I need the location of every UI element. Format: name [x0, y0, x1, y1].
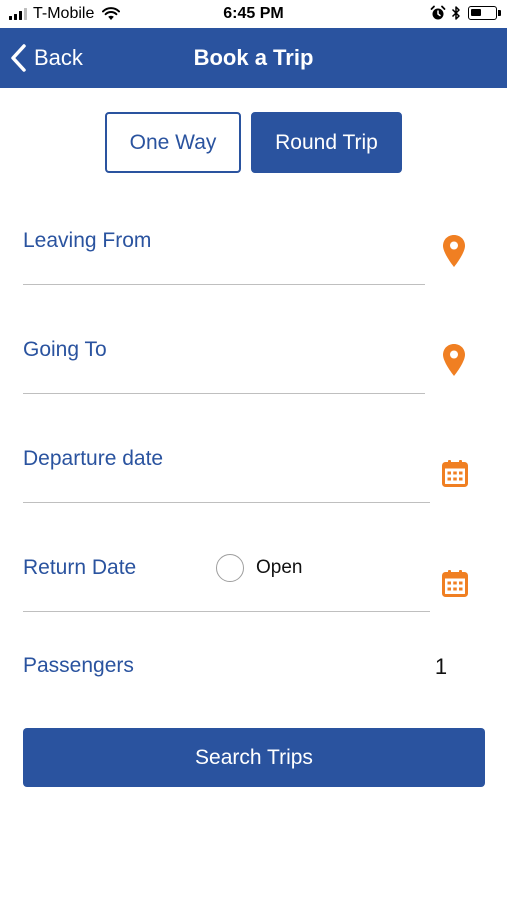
battery-level — [471, 9, 481, 16]
departure-date-field[interactable]: Departure date — [23, 447, 428, 509]
going-to-field[interactable]: Going To — [23, 338, 423, 400]
leaving-from-label: Leaving From — [23, 229, 152, 252]
leaving-from-divider — [23, 284, 425, 285]
departure-date-label: Departure date — [23, 447, 164, 470]
back-label: Back — [34, 45, 83, 70]
alarm-icon — [430, 5, 446, 20]
open-label: Open — [256, 557, 303, 578]
round-trip-button[interactable]: Round Trip — [251, 112, 402, 173]
return-date-label: Return Date — [23, 556, 137, 579]
map-pin-icon[interactable] — [442, 343, 466, 377]
one-way-button[interactable]: One Way — [105, 112, 241, 173]
going-to-label: Going To — [23, 338, 107, 361]
map-pin-icon[interactable] — [442, 234, 466, 268]
going-to-divider — [23, 393, 425, 394]
status-right — [430, 5, 501, 21]
radio-circle[interactable] — [216, 554, 244, 582]
return-date-field[interactable]: Return Date — [23, 556, 203, 618]
calendar-icon[interactable] — [442, 459, 468, 487]
back-button[interactable]: Back — [8, 28, 83, 88]
open-return-radio[interactable]: Open — [216, 554, 302, 582]
passengers-label: Passengers — [23, 654, 134, 677]
leaving-from-field[interactable]: Leaving From — [23, 229, 423, 291]
passengers-count[interactable]: 1 — [431, 654, 451, 680]
departure-date-divider — [23, 502, 430, 503]
nav-bar: Back Book a Trip — [0, 28, 507, 88]
calendar-icon[interactable] — [442, 569, 468, 597]
battery-icon — [468, 6, 501, 20]
back-chevron-icon — [11, 44, 26, 72]
status-bar: T-Mobile 6:45 PM — [0, 0, 507, 28]
return-date-divider — [23, 611, 430, 612]
bluetooth-icon — [451, 6, 460, 20]
search-trips-button[interactable]: Search Trips — [23, 728, 485, 787]
